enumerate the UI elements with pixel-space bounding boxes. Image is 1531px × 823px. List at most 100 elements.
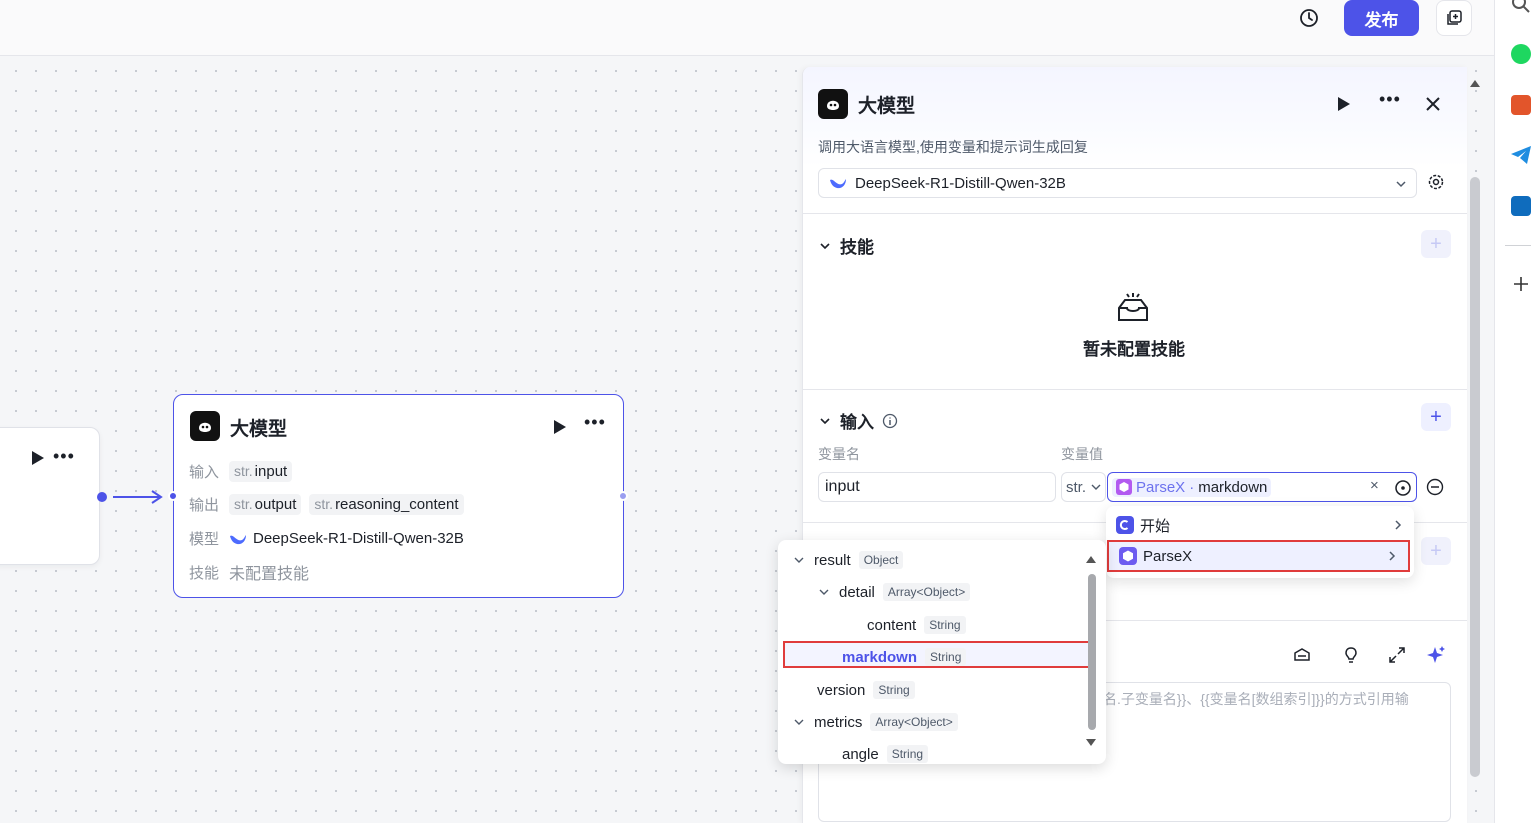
info-icon[interactable] <box>882 413 898 429</box>
outputs-label: 输出 <box>189 497 220 514</box>
panel-scrollbar[interactable] <box>1469 67 1483 823</box>
outlook-icon[interactable] <box>1511 196 1531 216</box>
skills-value: 未配置技能 <box>229 566 310 583</box>
skills-section-header[interactable]: 技能 <box>818 233 874 258</box>
chevron-down-icon <box>820 417 830 424</box>
llm-icon <box>818 89 848 119</box>
value-reference-chip: ParseX · markdown <box>1112 477 1272 497</box>
model-label: 模型 <box>189 531 220 548</box>
model-name: DeepSeek-R1-Distill-Qwen-32B <box>253 530 464 547</box>
tree-item-metrics[interactable]: metrics Array<Object> <box>792 708 958 736</box>
duplicate-button[interactable] <box>1436 0 1472 36</box>
more-icon[interactable]: ••• <box>1379 89 1401 110</box>
prompt-placeholder: 名.子变量名}}、{{变量名[数组索引]}}的方式引用输 <box>1103 691 1409 707</box>
llm-node[interactable]: 大模型 ••• 输入 str. input 输出 str. output str. r… <box>173 394 624 598</box>
inputs-label: 输入 <box>189 464 220 481</box>
skills-empty-state: 暂未配置技能 <box>1083 292 1185 360</box>
skills-label: 技能 <box>189 564 220 582</box>
output-tag: str. output <box>229 494 302 515</box>
close-icon[interactable] <box>1424 95 1442 113</box>
tree-item-content[interactable]: content String <box>867 611 966 639</box>
output-tag: str. reasoning_content <box>309 494 464 515</box>
tree-item-version[interactable]: version String <box>817 676 915 704</box>
remove-input-icon[interactable] <box>1426 478 1444 496</box>
output-port[interactable] <box>618 491 628 501</box>
add-skill-button[interactable]: + <box>1421 230 1451 258</box>
panel-title: 大模型 <box>858 96 916 117</box>
variable-value-select[interactable]: ParseX · markdown × <box>1107 472 1417 502</box>
divider <box>803 389 1467 390</box>
scroll-down-icon[interactable] <box>1085 738 1097 748</box>
variable-type-select[interactable]: str. <box>1061 472 1106 502</box>
expand-icon[interactable] <box>1387 645 1407 665</box>
browser-sidebar <box>1494 0 1531 823</box>
deepseek-icon <box>830 179 846 189</box>
output-field-tree: result Object detail Array<Object> content… <box>778 540 1106 764</box>
col-var-value: 变量值 <box>1061 446 1103 462</box>
model-select-value: DeepSeek-R1-Distill-Qwen-32B <box>855 174 1066 192</box>
node-title: 大模型 <box>230 419 288 440</box>
node-model-row: 模型 DeepSeek-R1-Distill-Qwen-32B <box>189 528 464 549</box>
tree-item-result[interactable]: result Object <box>792 546 904 574</box>
inbox-icon <box>1118 293 1148 321</box>
scrollbar-thumb[interactable] <box>1088 574 1096 730</box>
node-inputs-row: 输入 str. input <box>189 461 300 482</box>
parsex-icon <box>1119 547 1137 565</box>
sparkle-icon[interactable] <box>1426 645 1446 665</box>
sidebar-divider <box>1505 245 1531 246</box>
more-icon[interactable]: ••• <box>584 412 606 433</box>
chevron-down-icon <box>820 242 830 249</box>
divider <box>803 213 1467 214</box>
chevron-right-icon <box>1395 520 1402 530</box>
variable-source-menu: 开始 ParseX <box>1106 506 1414 578</box>
play-icon[interactable] <box>31 450 45 466</box>
target-icon[interactable] <box>1394 479 1412 497</box>
gear-icon[interactable] <box>1427 173 1445 191</box>
lightbulb-icon[interactable] <box>1341 645 1361 665</box>
more-icon[interactable]: ••• <box>53 446 75 467</box>
col-var-name: 变量名 <box>818 446 860 462</box>
input-tag: str. input <box>229 461 293 482</box>
source-item-start[interactable]: 开始 <box>1106 510 1414 540</box>
previous-node[interactable]: ••• <box>0 427 100 565</box>
node-connector <box>97 490 163 504</box>
tree-scrollbar[interactable] <box>1085 550 1097 754</box>
tree-item-detail[interactable]: detail Array<Object> <box>817 578 971 606</box>
history-icon <box>1300 9 1318 27</box>
panel-description: 调用大语言模型,使用变量和提示词生成回复 <box>818 139 1088 155</box>
chevron-down-icon[interactable] <box>792 554 806 566</box>
clear-icon[interactable]: × <box>1370 477 1379 494</box>
parsex-icon <box>1116 479 1132 495</box>
chevron-down-icon[interactable] <box>792 716 806 728</box>
library-icon[interactable] <box>1292 645 1312 665</box>
start-node-icon <box>1116 516 1134 534</box>
skills-empty-label: 暂未配置技能 <box>1083 340 1185 359</box>
toolbox-icon[interactable] <box>1511 95 1531 115</box>
variable-name-input[interactable]: input <box>818 472 1056 502</box>
source-item-parsex[interactable]: ParseX <box>1107 540 1410 572</box>
input-port[interactable] <box>168 491 178 501</box>
spotify-icon[interactable] <box>1511 44 1531 64</box>
history-button[interactable] <box>1294 4 1324 32</box>
scrollbar-thumb[interactable] <box>1470 177 1480 777</box>
run-node-icon[interactable] <box>553 419 567 435</box>
chevron-down-icon <box>1091 484 1101 490</box>
node-outputs-row: 输出 str. output str. reasoning_content <box>189 494 472 515</box>
add-output-button[interactable]: + <box>1421 537 1451 565</box>
run-icon[interactable] <box>1337 96 1351 112</box>
tree-item-markdown[interactable]: markdown String <box>842 643 967 671</box>
publish-button[interactable]: 发布 <box>1344 0 1419 36</box>
inputs-section-header[interactable]: 输入 <box>818 408 898 433</box>
scroll-up-icon[interactable] <box>1469 78 1481 88</box>
scroll-up-icon[interactable] <box>1085 554 1097 564</box>
tree-item-angle[interactable]: angle String <box>842 740 929 764</box>
add-input-button[interactable]: + <box>1421 403 1451 431</box>
add-icon[interactable] <box>1513 276 1529 292</box>
node-skills-row: 技能 未配置技能 <box>189 560 309 584</box>
llm-icon <box>190 411 220 441</box>
chevron-down-icon[interactable] <box>817 586 831 598</box>
chevron-right-icon <box>1389 551 1396 561</box>
model-select[interactable]: DeepSeek-R1-Distill-Qwen-32B <box>818 168 1417 198</box>
search-icon[interactable] <box>1511 0 1531 14</box>
telegram-icon[interactable] <box>1510 145 1531 165</box>
